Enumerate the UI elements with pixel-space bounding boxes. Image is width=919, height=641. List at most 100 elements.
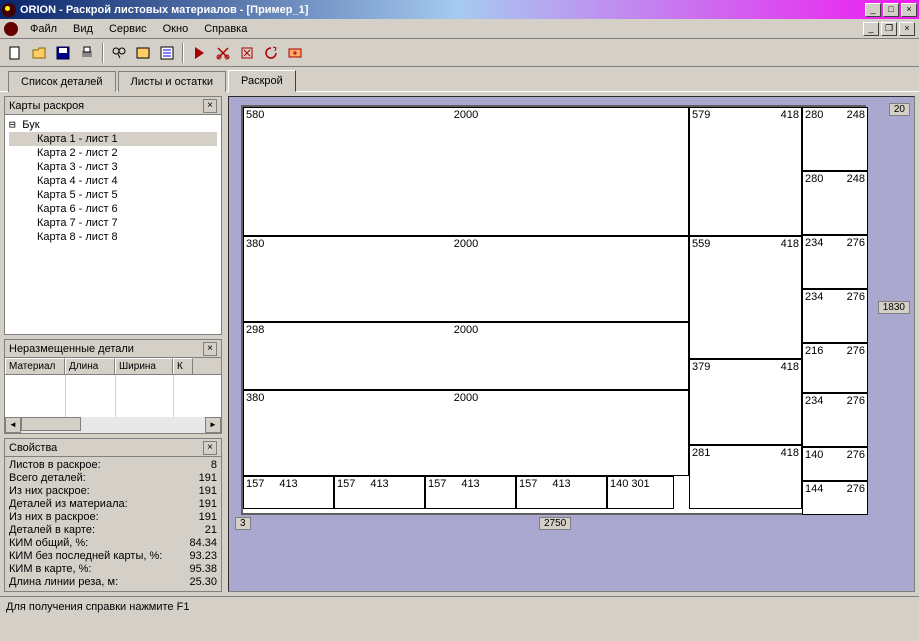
col-qty[interactable]: К [173, 358, 193, 374]
title-bar: ORION - Раскрой листовых материалов - [П… [0, 0, 919, 19]
cut-piece[interactable]: 3802000 [243, 236, 689, 322]
scroll-right-icon[interactable]: ► [205, 417, 221, 433]
open-button[interactable] [28, 42, 50, 64]
tree-item[interactable]: Карта 8 - лист 8 [9, 230, 217, 244]
status-bar: Для получения справки нажмите F1 [0, 596, 919, 616]
scroll-left-icon[interactable]: ◄ [5, 417, 21, 433]
mdi-minimize-button[interactable]: _ [863, 22, 879, 36]
prop-row: Длина линии реза, м:25.30 [9, 576, 217, 589]
cut-piece[interactable]: 140276 [802, 447, 868, 481]
cut-piece[interactable]: 281418 [689, 445, 802, 509]
prop-row: Листов в раскрое:8 [9, 459, 217, 472]
unplaced-grid[interactable] [5, 375, 221, 417]
sheet-width-label: 2750 [539, 517, 571, 530]
cut-piece[interactable]: 216276 [802, 343, 868, 393]
prop-row: КИМ в карте, %:95.38 [9, 563, 217, 576]
tree-item[interactable]: Карта 5 - лист 5 [9, 188, 217, 202]
tree-item[interactable]: Карта 3 - лист 3 [9, 160, 217, 174]
menu-help[interactable]: Справка [196, 21, 255, 37]
sheet-height-label: 1830 [878, 301, 910, 314]
cut-piece[interactable]: 234276 [802, 235, 868, 289]
run-button[interactable] [188, 42, 210, 64]
col-width[interactable]: Ширина [115, 358, 173, 374]
new-button[interactable] [4, 42, 26, 64]
cut-piece[interactable]: 280248 [802, 107, 868, 171]
panel-maps-title: Карты раскроя [9, 100, 203, 112]
toolbar [0, 39, 919, 67]
cut-piece[interactable]: 559418 [689, 236, 802, 359]
menu-window[interactable]: Окно [155, 21, 197, 37]
panel-unplaced-close[interactable]: × [203, 342, 217, 356]
prop-row: Деталей в карте:21 [9, 524, 217, 537]
prop-row: Деталей из материала:191 [9, 498, 217, 511]
save-button[interactable] [52, 42, 74, 64]
tree-item[interactable]: Карта 7 - лист 7 [9, 216, 217, 230]
panel-maps-close[interactable]: × [203, 99, 217, 113]
maximize-button[interactable]: □ [883, 3, 899, 17]
app-icon [2, 3, 16, 17]
mdi-restore-button[interactable]: ❐ [881, 22, 897, 36]
panel-props-close[interactable]: × [203, 441, 217, 455]
refresh-button[interactable] [260, 42, 282, 64]
tab-bar: Список деталей Листы и остатки Раскрой [0, 67, 919, 91]
list-button[interactable] [156, 42, 178, 64]
cut-piece[interactable]: 2982000 [243, 322, 689, 390]
panel-props-title: Свойства [9, 442, 203, 454]
panel-unplaced-title: Неразмещенные детали [9, 343, 203, 355]
unplaced-scroll[interactable]: ◄ ► [5, 417, 221, 433]
status-text: Для получения справки нажмите F1 [6, 601, 189, 613]
tree-item[interactable]: Карта 6 - лист 6 [9, 202, 217, 216]
cut-piece[interactable]: 157413 [243, 476, 334, 509]
prop-row: Всего деталей:191 [9, 472, 217, 485]
tree-item[interactable]: Карта 2 - лист 2 [9, 146, 217, 160]
sheet: 5802000579418280248280248 380200055941823… [241, 105, 866, 515]
cut-piece[interactable]: 3802000 [243, 390, 689, 476]
find-button[interactable] [108, 42, 130, 64]
margin-right-label: 20 [889, 103, 910, 116]
cut-button[interactable] [212, 42, 234, 64]
cut-piece[interactable]: 379418 [689, 359, 802, 445]
workspace: Карты раскроя × Бук Карта 1 - лист 1 Кар… [0, 91, 919, 596]
col-material[interactable]: Материал [5, 358, 65, 374]
maps-tree[interactable]: Бук Карта 1 - лист 1 Карта 2 - лист 2 Ка… [5, 115, 221, 334]
cut-piece[interactable]: 140301 [607, 476, 674, 509]
cut-piece[interactable]: 234276 [802, 289, 868, 343]
cut-piece[interactable]: 157413 [425, 476, 516, 509]
tree-root[interactable]: Бук [9, 117, 217, 132]
tree-item[interactable]: Карта 1 - лист 1 [9, 132, 217, 146]
tree-item[interactable]: Карта 4 - лист 4 [9, 174, 217, 188]
scroll-thumb[interactable] [21, 417, 81, 431]
cut-piece[interactable]: 234276 [802, 393, 868, 447]
material-button[interactable] [132, 42, 154, 64]
close-button[interactable]: × [901, 3, 917, 17]
menu-view[interactable]: Вид [65, 21, 101, 37]
menu-service[interactable]: Сервис [101, 21, 155, 37]
delete-button[interactable] [236, 42, 258, 64]
tab-details[interactable]: Список деталей [8, 71, 116, 92]
col-length[interactable]: Длина [65, 358, 115, 374]
panel-unplaced: Неразмещенные детали × Материал Длина Ши… [4, 339, 222, 434]
window-title: ORION - Раскрой листовых материалов - [П… [20, 4, 865, 16]
doc-icon [4, 22, 18, 36]
cut-piece[interactable]: 579418 [689, 107, 802, 236]
cut-piece[interactable]: 280248 [802, 171, 868, 235]
mdi-close-button[interactable]: × [899, 22, 915, 36]
export-button[interactable] [284, 42, 306, 64]
minimize-button[interactable]: _ [865, 3, 881, 17]
cut-piece[interactable]: 144276 [802, 481, 868, 515]
cut-piece[interactable]: 157413 [516, 476, 607, 509]
tab-cutting[interactable]: Раскрой [228, 70, 296, 92]
prop-row: КИМ общий, %:84.34 [9, 537, 217, 550]
menu-bar: Файл Вид Сервис Окно Справка _ ❐ × [0, 19, 919, 39]
cut-piece[interactable]: 157413 [334, 476, 425, 509]
cut-piece[interactable]: 5802000 [243, 107, 689, 236]
prop-row: Из них раскрое:191 [9, 485, 217, 498]
menu-file[interactable]: Файл [22, 21, 65, 37]
print-button[interactable] [76, 42, 98, 64]
cutting-canvas[interactable]: 5802000579418280248280248 380200055941823… [228, 96, 915, 592]
panel-maps: Карты раскроя × Бук Карта 1 - лист 1 Кар… [4, 96, 222, 335]
tab-sheets[interactable]: Листы и остатки [118, 71, 226, 92]
margin-left-label: 3 [235, 517, 251, 530]
prop-row: КИМ без последней карты, %:93.23 [9, 550, 217, 563]
panel-props: Свойства × Листов в раскрое:8Всего детал… [4, 438, 222, 592]
